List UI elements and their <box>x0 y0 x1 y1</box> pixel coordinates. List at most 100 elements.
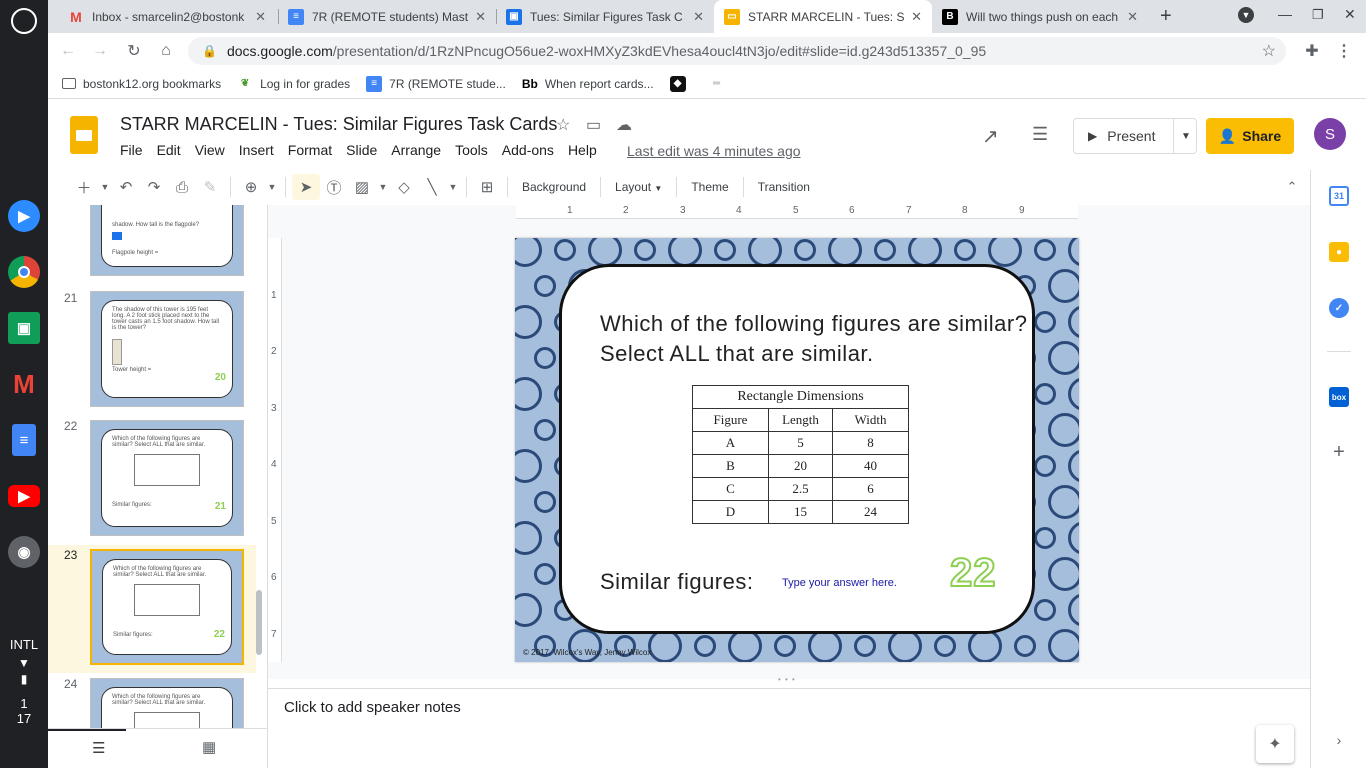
docs-icon[interactable]: ≡ <box>12 424 36 456</box>
transition-button[interactable]: Transition <box>750 180 818 194</box>
chevron-down-icon[interactable]: ▼ <box>98 174 112 200</box>
document-title[interactable]: STARR MARCELIN - Tues: Similar Figures T… <box>120 114 557 135</box>
answer-text-box[interactable]: Type your answer here. <box>782 577 897 589</box>
last-edit-link[interactable]: Last edit was 4 minutes ago <box>627 143 801 159</box>
launcher-icon[interactable] <box>11 8 37 34</box>
close-icon[interactable]: ✕ <box>693 9 704 25</box>
question-text[interactable]: Which of the following figures are simil… <box>600 309 1030 369</box>
close-icon[interactable]: ✕ <box>1127 9 1138 25</box>
keep-icon[interactable]: ● <box>1329 242 1349 262</box>
slide-thumbnail-22[interactable]: Which of the following figures are simil… <box>90 420 244 536</box>
home-icon[interactable]: ⌂ <box>154 39 178 63</box>
comment-add-icon[interactable]: ⊞ <box>473 174 501 200</box>
extensions-icon[interactable]: ✚ <box>1300 39 1324 63</box>
menu-arrange[interactable]: Arrange <box>391 142 441 158</box>
slides-logo-icon[interactable] <box>70 116 98 154</box>
slide-thumbnail-23[interactable]: Which of the following figures are simil… <box>90 549 244 665</box>
close-window-icon[interactable]: ✕ <box>1344 6 1356 23</box>
back-arrow-icon[interactable]: ← <box>56 39 80 63</box>
tab-gmail[interactable]: M Inbox - smarcelin2@bostonk ✕ <box>58 0 276 33</box>
menu-file[interactable]: File <box>120 142 143 158</box>
chrome-icon[interactable] <box>8 256 40 288</box>
site-info-icon[interactable]: 🔒 <box>202 44 217 58</box>
filmstrip-view-icon[interactable]: ☰ <box>92 739 105 757</box>
bookmark-report-cards[interactable]: Bb When report cards... <box>522 76 654 92</box>
slide-thumbnail-24[interactable]: Which of the following figures are simil… <box>90 678 244 728</box>
speaker-notes-placeholder[interactable]: Click to add speaker notes <box>284 699 461 716</box>
restore-icon[interactable]: ❐ <box>1312 7 1324 23</box>
filmstrip-scrollbar[interactable] <box>256 590 262 655</box>
menu-help[interactable]: Help <box>568 142 597 158</box>
add-addon-icon[interactable]: + <box>1329 441 1349 463</box>
chevron-down-icon[interactable]: ▼ <box>376 174 390 200</box>
current-slide[interactable]: Which of the following figures are simil… <box>515 238 1079 662</box>
close-icon[interactable]: ✕ <box>475 9 486 25</box>
menu-format[interactable]: Format <box>288 142 332 158</box>
menu-tools[interactable]: Tools <box>455 142 488 158</box>
slide-thumbnail-20[interactable]: shadow. How tall is the flagpole? Flagpo… <box>90 205 244 276</box>
zoom-icon[interactable]: ▶ <box>8 200 40 232</box>
undo-icon[interactable]: ↶ <box>112 174 140 200</box>
bookmark-folder[interactable]: bostonk12.org bookmarks <box>62 77 221 91</box>
notes-resize-handle[interactable]: • • • <box>778 675 796 684</box>
chevron-down-icon[interactable]: ▼ <box>1174 131 1191 142</box>
tab-blackboard[interactable]: B Will two things push on each ✕ <box>932 0 1148 33</box>
minimize-icon[interactable]: — <box>1278 6 1292 22</box>
bookmark-star-icon[interactable]: ☆ <box>1262 41 1276 61</box>
avatar[interactable]: S <box>1314 118 1346 150</box>
background-button[interactable]: Background <box>514 180 594 194</box>
grid-view-icon[interactable]: ▦ <box>202 738 216 756</box>
share-button[interactable]: 👤 Share <box>1206 118 1294 154</box>
slide-thumbnail-21[interactable]: The shadow of this tower is 195 feet lon… <box>90 291 244 407</box>
move-folder-icon[interactable]: ▭ <box>586 115 601 135</box>
menu-slide[interactable]: Slide <box>346 142 377 158</box>
activity-trend-icon[interactable]: ↗ <box>982 124 999 149</box>
expand-panel-icon[interactable]: › <box>1329 730 1349 750</box>
address-bar[interactable]: 🔒 docs.google.com/presentation/d/1RzNPnc… <box>188 37 1286 65</box>
calendar-icon[interactable]: 31 <box>1329 186 1349 206</box>
status-tray[interactable]: INTL ▼ ▮ 1 17 <box>0 623 48 768</box>
paint-format-icon[interactable]: ✎ <box>196 174 224 200</box>
new-slide-icon[interactable]: ＋ <box>70 174 98 200</box>
close-icon[interactable]: ✕ <box>911 9 922 25</box>
star-icon[interactable]: ☆ <box>556 115 570 135</box>
chevron-down-icon[interactable]: ▼ <box>265 174 279 200</box>
menu-edit[interactable]: Edit <box>157 142 181 158</box>
tab-slides-active[interactable]: ▭ STARR MARCELIN - Tues: Sim ✕ <box>714 0 932 33</box>
bookmark-grades[interactable]: ❦ Log in for grades <box>237 76 350 92</box>
chevron-down-icon[interactable]: ▼ <box>446 174 460 200</box>
present-button[interactable]: ▶ Present ▼ <box>1073 118 1197 154</box>
forward-arrow-icon[interactable]: → <box>88 39 112 63</box>
tasks-icon[interactable]: ✓ <box>1329 298 1349 318</box>
camera-icon[interactable]: ◉ <box>8 536 40 568</box>
speaker-notes[interactable]: Click to add speaker notes ✦ <box>268 688 1310 768</box>
dimensions-table[interactable]: Rectangle Dimensions Figure Length Width… <box>692 385 909 524</box>
menu-insert[interactable]: Insert <box>239 142 274 158</box>
menu-addons[interactable]: Add-ons <box>502 142 554 158</box>
theme-button[interactable]: Theme <box>683 180 736 194</box>
menu-view[interactable]: View <box>195 142 225 158</box>
bookmark-misc[interactable]: ═ <box>709 76 732 92</box>
youtube-icon[interactable]: ▶ <box>8 485 40 507</box>
bookmark-docs[interactable]: ≡ 7R (REMOTE stude... <box>366 75 506 92</box>
zoom-icon[interactable]: ⊕ <box>237 174 265 200</box>
gmail-icon[interactable]: M <box>8 368 40 400</box>
classroom-icon[interactable]: ▣ <box>8 312 40 344</box>
reload-icon[interactable]: ↻ <box>122 39 146 63</box>
image-icon[interactable]: ▨ <box>348 174 376 200</box>
line-icon[interactable]: ╲ <box>418 174 446 200</box>
tab-search-icon[interactable]: ▼ <box>1238 7 1254 23</box>
box-icon[interactable]: box <box>1329 387 1349 407</box>
explore-icon[interactable]: ✦ <box>1256 725 1294 763</box>
new-tab-button[interactable]: + <box>1160 5 1172 28</box>
redo-icon[interactable]: ↷ <box>140 174 168 200</box>
shape-icon[interactable]: ◇ <box>390 174 418 200</box>
layout-button[interactable]: Layout ▼ <box>607 180 670 194</box>
text-box-icon[interactable]: Ⓣ <box>320 174 348 200</box>
comments-icon[interactable]: ☰ <box>1032 124 1048 145</box>
tab-docs[interactable]: ≡ 7R (REMOTE students) Mast ✕ <box>278 0 496 33</box>
tab-classroom[interactable]: ▣ Tues: Similar Figures Task C ✕ <box>496 0 714 33</box>
select-arrow-icon[interactable]: ➤ <box>292 174 320 200</box>
close-icon[interactable]: ✕ <box>255 9 266 25</box>
collapse-chevron-icon[interactable]: ⌃ <box>1278 174 1306 200</box>
